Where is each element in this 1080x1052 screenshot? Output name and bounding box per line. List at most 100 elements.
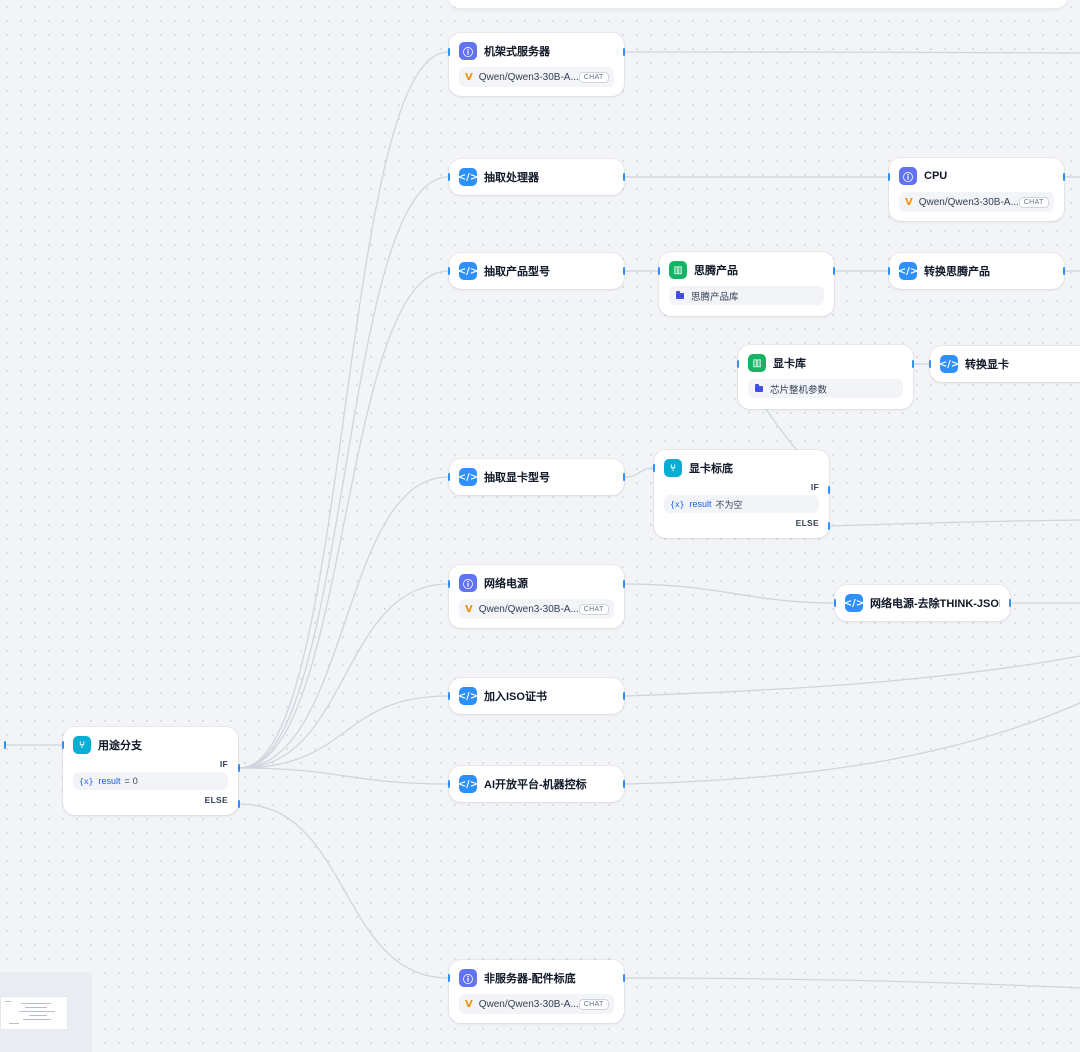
handle-gpu-lib-in[interactable] [737, 360, 739, 368]
handle-iso-in[interactable] [448, 692, 450, 700]
minimap-line [9, 1023, 19, 1024]
node-non-server[interactable]: ⓘ 非服务器-配件标底 V Qwen/Qwen3-30B-A... CHAT [449, 960, 624, 1023]
model-selector[interactable]: V Qwen/Qwen3-30B-A... CHAT [459, 599, 614, 619]
branch-icon: ⑂ [664, 459, 682, 477]
handle-gpu-bid-else[interactable] [828, 522, 830, 530]
handle-rack-server-out[interactable] [623, 48, 625, 56]
handle-power-strip-out[interactable] [1009, 599, 1011, 607]
handle-extract-processor-in[interactable] [448, 173, 450, 181]
handle-iso-out[interactable] [623, 692, 625, 700]
code-icon: </> [458, 775, 478, 793]
edge-else-to-non-server [239, 803, 449, 979]
llm-icon: ⓘ [459, 42, 477, 60]
node-title: 思腾产品 [694, 265, 738, 277]
handle-power-strip-in[interactable] [834, 599, 836, 607]
node-title: 非服务器-配件标底 [484, 973, 576, 985]
handle-extract-model-in[interactable] [448, 267, 450, 275]
node-title: 显卡库 [773, 358, 806, 370]
handle-ai-platform-out[interactable] [623, 780, 625, 788]
edge-ai-out [624, 702, 1080, 785]
node-extract-processor[interactable]: </> 抽取处理器 [449, 159, 624, 195]
model-name: Qwen/Qwen3-30B-A... [478, 603, 579, 615]
model-selector[interactable]: V Qwen/Qwen3-30B-A... CHAT [899, 192, 1054, 212]
model-mode-badge: CHAT [578, 603, 609, 615]
handle-usage-branch-else[interactable] [238, 800, 240, 808]
handle-gpu-lib-out[interactable] [912, 360, 914, 368]
llm-icon: ⓘ [899, 167, 917, 185]
node-network-power-strip[interactable]: </> 网络电源-去除THINK-JSON-S [835, 585, 1010, 621]
node-title: 加入ISO证书 [484, 691, 547, 703]
variable-icon: {x} [670, 499, 685, 509]
handle-gpu-bid-if[interactable] [828, 486, 830, 494]
node-title: 机架式服务器 [484, 46, 550, 58]
model-mode-badge: CHAT [578, 998, 609, 1010]
handle-network-power-in[interactable] [448, 580, 450, 588]
node-convert-gpu[interactable]: </> 转换显卡 [930, 346, 1080, 382]
folder-icon [676, 290, 684, 299]
llm-icon: ⓘ [459, 574, 477, 592]
model-selector[interactable]: V Qwen/Qwen3-30B-A... CHAT [459, 994, 614, 1014]
model-name: Qwen/Qwen3-30B-A... [478, 998, 579, 1010]
handle-sitang-out[interactable] [833, 267, 835, 275]
edge-power-to-strip [624, 583, 835, 604]
handle-gpu-bid-in[interactable] [653, 464, 655, 472]
handle-sitang-in[interactable] [658, 267, 660, 275]
handle-extract-processor-out[interactable] [623, 173, 625, 181]
node-ai-platform[interactable]: </> AI开放平台-机器控标 [449, 766, 624, 802]
edge-extract-gpu-to-bid [624, 467, 654, 478]
variable-icon: {x} [79, 776, 94, 786]
condition-row[interactable]: {x} result 不为空 [664, 495, 819, 513]
variable-name: result [98, 776, 121, 786]
node-gpu-bid-branch[interactable]: ⑂ 显卡标底 IF {x} result 不为空 ELSE [654, 450, 829, 538]
node-title: 抽取处理器 [484, 172, 539, 184]
else-label: ELSE [795, 518, 819, 528]
node-extract-model[interactable]: </> 抽取产品型号 [449, 253, 624, 289]
node-network-power[interactable]: ⓘ 网络电源 V Qwen/Qwen3-30B-A... CHAT [449, 565, 624, 628]
handle-usage-branch-in[interactable] [62, 741, 64, 749]
node-convert-sitang[interactable]: </> 转换思腾产品 [889, 253, 1064, 289]
code-icon: </> [458, 468, 478, 486]
edge-rack-server-out [624, 51, 1080, 54]
folder-icon [755, 383, 763, 392]
node-iso-cert[interactable]: </> 加入ISO证书 [449, 678, 624, 714]
handle-convert-gpu-in[interactable] [929, 360, 931, 368]
handle-network-power-out[interactable] [623, 580, 625, 588]
condition-operator: = [124, 776, 130, 786]
handle-usage-branch-if[interactable] [238, 764, 240, 772]
handle-rack-server-in[interactable] [448, 48, 450, 56]
node-cpu[interactable]: ⓘ CPU V Qwen/Qwen3-30B-A... CHAT [889, 158, 1064, 221]
handle-non-server-in[interactable] [448, 974, 450, 982]
handle-convert-sitang-in[interactable] [888, 267, 890, 275]
handle-cpu-out[interactable] [1063, 173, 1065, 181]
handle-extract-gpu-out[interactable] [623, 473, 625, 481]
handle-cpu-in[interactable] [888, 173, 890, 181]
minimap-line [5, 1001, 11, 1002]
knowledge-base-item[interactable]: 思腾产品库 [669, 286, 824, 305]
handle-non-server-out[interactable] [623, 974, 625, 982]
minimap[interactable] [0, 972, 92, 1052]
node-title: 网络电源 [484, 578, 528, 590]
minimap-viewport[interactable] [0, 996, 68, 1030]
variable-name: result [689, 499, 712, 509]
node-title: AI开放平台-机器控标 [484, 779, 587, 791]
handle-ai-platform-in[interactable] [448, 780, 450, 788]
minimap-line [21, 1003, 51, 1004]
knowledge-base-item[interactable]: 芯片整机参数 [748, 379, 903, 398]
edge-branch-to-extract-model [239, 270, 449, 769]
node-rack-server[interactable]: ⓘ 机架式服务器 V Qwen/Qwen3-30B-A... CHAT [449, 33, 624, 96]
node-usage-branch[interactable]: ⑂ 用途分支 IF {x} result = 0 ELSE [63, 727, 238, 815]
node-extract-gpu[interactable]: </> 抽取显卡型号 [449, 459, 624, 495]
edge-iso-out [624, 655, 1080, 697]
model-selector[interactable]: V Qwen/Qwen3-30B-A... CHAT [459, 67, 614, 87]
qwen-logo-icon: V [465, 603, 473, 615]
handle-extract-gpu-in[interactable] [448, 473, 450, 481]
condition-row[interactable]: {x} result = 0 [73, 772, 228, 790]
offscreen-node-edge[interactable] [448, 0, 1068, 8]
handle-extract-model-out[interactable] [623, 267, 625, 275]
handle-left-edge[interactable] [4, 741, 6, 749]
handle-convert-sitang-out[interactable] [1063, 267, 1065, 275]
node-sitang-product[interactable]: ▥ 思腾产品 思腾产品库 [659, 252, 834, 316]
condition-value: 不为空 [715, 499, 743, 510]
node-gpu-library[interactable]: ▥ 显卡库 芯片整机参数 [738, 345, 913, 409]
qwen-logo-icon: V [465, 998, 473, 1010]
